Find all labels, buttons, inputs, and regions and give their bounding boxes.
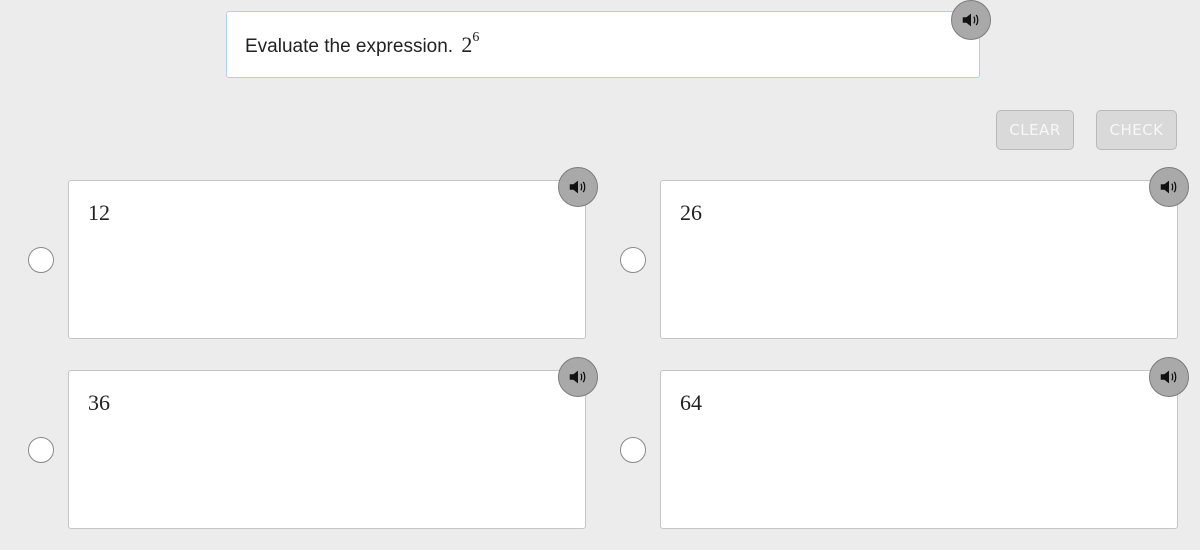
speaker-icon xyxy=(1160,180,1177,194)
question-expression: 26 xyxy=(461,29,480,57)
question-prompt: Evaluate the expression. 26 xyxy=(226,11,980,78)
expression-exponent: 6 xyxy=(472,29,480,45)
choice-card-4[interactable]: 64 xyxy=(660,370,1178,529)
choice-card-2[interactable]: 26 xyxy=(660,180,1178,339)
choice-text-4: 64 xyxy=(680,390,702,415)
choice-audio-button-1[interactable] xyxy=(558,167,598,207)
question-audio-button[interactable] xyxy=(951,0,991,40)
choice-audio-button-4[interactable] xyxy=(1149,357,1189,397)
choice-audio-button-3[interactable] xyxy=(558,357,598,397)
choice-text-3: 36 xyxy=(88,390,110,415)
choice-radio-4[interactable] xyxy=(620,437,646,463)
speaker-icon xyxy=(1160,370,1177,384)
choice-radio-1[interactable] xyxy=(28,247,54,273)
check-button[interactable]: CHECK xyxy=(1096,110,1177,150)
question-text: Evaluate the expression. 26 xyxy=(245,29,480,58)
speaker-icon xyxy=(962,13,979,27)
choice-text-1: 12 xyxy=(88,200,110,225)
choice-card-1[interactable]: 12 xyxy=(68,180,586,339)
expression-base: 2 xyxy=(461,32,473,57)
clear-button[interactable]: CLEAR xyxy=(996,110,1074,150)
question-prefix: Evaluate the expression. xyxy=(245,36,454,57)
speaker-icon xyxy=(569,370,586,384)
choice-card-3[interactable]: 36 xyxy=(68,370,586,529)
choice-audio-button-2[interactable] xyxy=(1149,167,1189,207)
choice-radio-3[interactable] xyxy=(28,437,54,463)
choice-radio-2[interactable] xyxy=(620,247,646,273)
speaker-icon xyxy=(569,180,586,194)
choice-text-2: 26 xyxy=(680,200,702,225)
